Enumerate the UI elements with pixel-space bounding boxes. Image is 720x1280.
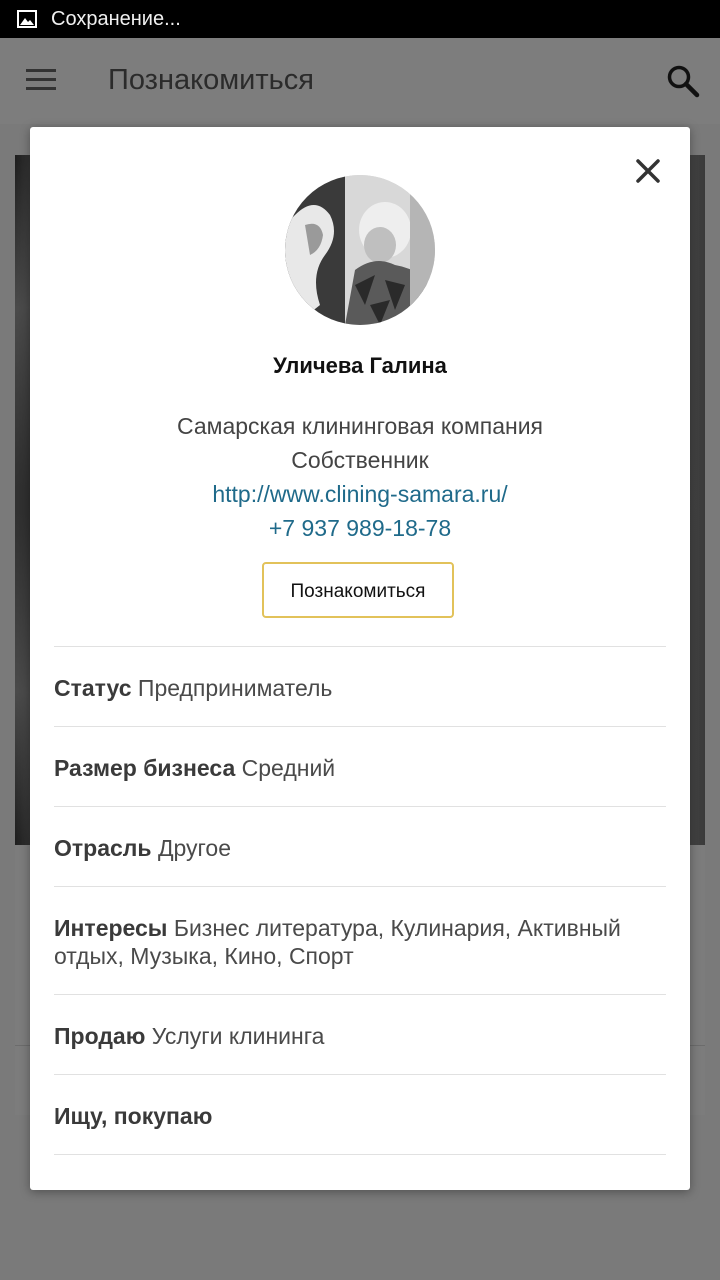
app-bar: Познакомиться	[0, 38, 720, 124]
search-icon[interactable]	[666, 64, 700, 98]
field-business-size: Размер бизнеса Средний	[54, 726, 666, 806]
profile-dialog: Уличева Галина Самарская клининговая ком…	[30, 127, 690, 1190]
role: Собственник	[291, 447, 429, 473]
menu-icon[interactable]	[26, 68, 58, 92]
avatar	[285, 175, 435, 325]
field-label: Статус	[54, 675, 132, 701]
field-label: Размер бизнеса	[54, 755, 236, 781]
field-value: Средний	[241, 755, 336, 781]
field-looking-for: Ищу, покупаю	[54, 1074, 666, 1155]
field-value: Предприниматель	[137, 675, 333, 701]
field-status: Статус Предприниматель	[54, 646, 666, 726]
profile-info: Самарская клининговая компания Собственн…	[30, 409, 690, 545]
close-icon[interactable]	[634, 157, 662, 185]
profile-name: Уличева Галина	[273, 353, 447, 378]
status-text: Сохранение...	[51, 7, 181, 30]
field-label: Продаю	[54, 1023, 146, 1049]
status-bar: Сохранение...	[0, 0, 720, 38]
website-link[interactable]: http://www.clining-samara.ru/	[30, 477, 690, 511]
profile-fields: Статус Предприниматель Размер бизнеса Ср…	[54, 646, 666, 1155]
field-selling: Продаю Услуги клининга	[54, 994, 666, 1074]
field-value: Услуги клининга	[151, 1023, 325, 1049]
company-name: Самарская клининговая компания	[176, 413, 544, 439]
field-industry: Отрасль Другое	[54, 806, 666, 886]
field-value: Другое	[157, 835, 232, 861]
field-label: Интересы	[54, 915, 168, 941]
phone-link[interactable]: +7 937 989-18-78	[30, 511, 690, 545]
image-icon	[17, 10, 37, 28]
field-interests: Интересы Бизнес литература, Кулинария, А…	[54, 886, 666, 994]
field-label: Ищу, покупаю	[54, 1103, 213, 1129]
field-label: Отрасль	[54, 835, 152, 861]
app-title: Познакомиться	[108, 64, 314, 96]
meet-button[interactable]: Познакомиться	[262, 562, 454, 618]
